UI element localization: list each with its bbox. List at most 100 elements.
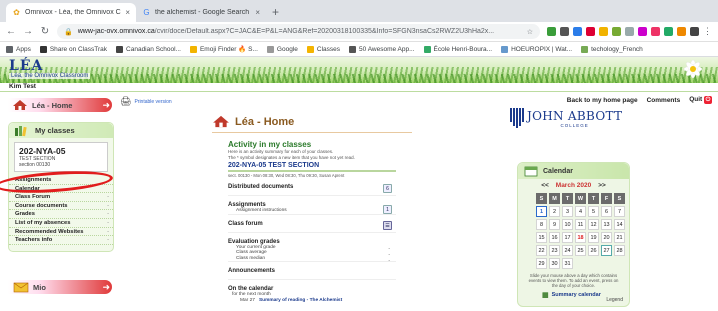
calendar-day[interactable]: 6 [601, 206, 612, 217]
class-menu-item[interactable]: Teachers info - [9, 236, 113, 245]
browser-extension-icon[interactable] [625, 27, 634, 36]
calendar-day[interactable]: 2 [549, 206, 560, 217]
document-icon[interactable]: 6 [383, 184, 392, 193]
calendar-day[interactable]: 19 [588, 232, 599, 243]
on-the-calendar-row: On the calendar for the next month Mar 2… [228, 286, 343, 303]
class-menu-item[interactable]: Class Forum - [9, 193, 113, 202]
assignments-row[interactable]: Assignments Assignment instructions 1 [228, 202, 396, 215]
quit-link[interactable]: Quit ⏻ [689, 96, 712, 104]
bookmark-item[interactable]: Google [266, 45, 298, 53]
bookmark-item[interactable]: Emoji Finder 🔥 S... [189, 45, 258, 53]
calendar-day[interactable]: 9 [549, 219, 560, 230]
calendar-day[interactable]: 27 [601, 245, 612, 256]
bookmark-item[interactable]: Classes [306, 45, 340, 53]
calendar-day[interactable]: 13 [601, 219, 612, 230]
calendar-day[interactable]: 23 [549, 245, 560, 256]
lea-home-tab[interactable]: Léa - Home ➜ [8, 98, 112, 112]
calendar-day[interactable]: 11 [575, 219, 586, 230]
activity-summary: Activity in my classes Here is an activi… [228, 140, 398, 160]
class-code: 202-NYA-05 [19, 146, 66, 156]
browser-extension-icon[interactable] [599, 27, 608, 36]
class-menu-item[interactable]: Grades - [9, 210, 113, 219]
forward-arrow-icon[interactable]: → [23, 26, 33, 37]
class-menu-item[interactable]: Recommended Websites - [9, 228, 113, 237]
browser-extension-icon[interactable] [664, 27, 673, 36]
calendar-widget: Calendar << March 2020 >> SMTWTFS1234567… [517, 162, 630, 307]
browser-tab-omnivox[interactable]: ✿ Omnivox - Léa, the Omnivox C × [6, 3, 136, 22]
calendar-day[interactable]: 21 [614, 232, 625, 243]
forum-icon[interactable]: ☰ [383, 220, 392, 230]
reload-icon[interactable]: ↻ [40, 26, 50, 37]
calendar-day[interactable]: 20 [601, 232, 612, 243]
my-classes-header: My classes [9, 123, 113, 138]
bookmark-favicon-icon [266, 45, 274, 53]
calendar-day[interactable]: 5 [588, 206, 599, 217]
calendar-day[interactable]: 3 [562, 206, 573, 217]
calendar-day[interactable]: 15 [536, 232, 547, 243]
calendar-day[interactable]: 7 [614, 206, 625, 217]
calendar-day[interactable]: 22 [536, 245, 547, 256]
calendar-day[interactable]: 16 [549, 232, 560, 243]
calendar-day[interactable]: 18 [575, 232, 586, 243]
browser-menu-icon[interactable]: ⋮ [703, 26, 712, 37]
new-tab-button[interactable]: + [266, 5, 285, 22]
class-median-value: - [388, 257, 390, 264]
browser-extension-icon[interactable] [560, 27, 569, 36]
page-title: Léa - Home [212, 114, 294, 129]
bookmark-item[interactable]: École Henri-Boura... [423, 45, 492, 53]
mio-tab[interactable]: Mio ➜ [8, 280, 112, 294]
assignment-icon[interactable]: 1 [383, 205, 392, 214]
calendar-day[interactable]: 17 [562, 232, 573, 243]
announcements-row[interactable]: Announcements [228, 268, 396, 280]
browser-extension-icon[interactable] [547, 27, 556, 36]
calendar-legend-link[interactable]: Legend [606, 297, 623, 303]
close-tab-icon[interactable]: × [125, 8, 130, 17]
class-forum-row[interactable]: Class forum ☰ [228, 220, 396, 233]
calendar-day[interactable]: 30 [549, 258, 560, 269]
bookmark-item[interactable]: 50 Awesome App... [349, 45, 415, 53]
calendar-day[interactable]: 25 [575, 245, 586, 256]
browser-extension-icon[interactable] [677, 27, 686, 36]
browser-tab-google[interactable]: G the alchemist - Google Search × [136, 3, 266, 22]
browser-extension-icon[interactable] [651, 27, 660, 36]
class-menu-item[interactable]: List of my absences - [9, 219, 113, 228]
calendar-day[interactable]: 28 [614, 245, 625, 256]
browser-extension-icon[interactable] [638, 27, 647, 36]
calendar-day[interactable]: 24 [562, 245, 573, 256]
calendar-day[interactable]: 10 [562, 219, 573, 230]
calendar-day[interactable]: 29 [536, 258, 547, 269]
address-bar: ← → ↻ 🔒 www-jac-ovx.omnivox.ca/cvir/doce… [0, 22, 718, 42]
back-arrow-icon[interactable]: ← [6, 26, 16, 37]
browser-extension-icon[interactable] [573, 27, 582, 36]
bookmark-item[interactable]: Apps [6, 45, 31, 53]
class-card[interactable]: 202-NYA-05 TEST SECTION section 00130 [14, 142, 108, 172]
calendar-day[interactable]: 31 [562, 258, 573, 269]
prev-month-button[interactable]: << [541, 182, 549, 189]
calendar-day[interactable]: 26 [588, 245, 599, 256]
event-link[interactable]: Summary of reading - The Alchemist [259, 298, 342, 303]
class-activity-title[interactable]: 202-NYA-05 TEST SECTION [228, 162, 396, 172]
bookmark-item[interactable]: techology_French [581, 45, 643, 53]
browser-extension-icon[interactable] [690, 27, 699, 36]
calendar-day[interactable]: 1 [536, 206, 547, 217]
evaluation-grades-row[interactable]: Evaluation grades Your current grade Cla… [228, 239, 396, 264]
url-input[interactable]: 🔒 www-jac-ovx.omnivox.ca/cvir/doce/Defau… [57, 24, 540, 39]
lea-logo[interactable]: LÉA [9, 58, 43, 74]
next-month-button[interactable]: >> [598, 182, 606, 189]
comments-link[interactable]: Comments [647, 97, 681, 104]
bookmark-item[interactable]: Share on ClassTrak [39, 45, 107, 53]
calendar-day[interactable]: 12 [588, 219, 599, 230]
browser-extension-icon[interactable] [612, 27, 621, 36]
bookmark-item[interactable]: Canadian School... [116, 45, 181, 53]
star-icon[interactable]: ☆ [527, 28, 533, 36]
class-menu-item[interactable]: Course documents - [9, 202, 113, 211]
printable-version-link[interactable]: 🖨 Printable version [120, 96, 172, 107]
back-home-link[interactable]: Back to my home page [567, 97, 638, 104]
calendar-day[interactable]: 8 [536, 219, 547, 230]
distributed-documents-row[interactable]: Distributed documents 6 [228, 184, 396, 196]
calendar-day[interactable]: 14 [614, 219, 625, 230]
calendar-day[interactable]: 4 [575, 206, 586, 217]
close-tab-icon[interactable]: × [255, 8, 260, 17]
bookmark-item[interactable]: HOEUROPIX | Wat... [501, 45, 572, 53]
browser-extension-icon[interactable] [586, 27, 595, 36]
